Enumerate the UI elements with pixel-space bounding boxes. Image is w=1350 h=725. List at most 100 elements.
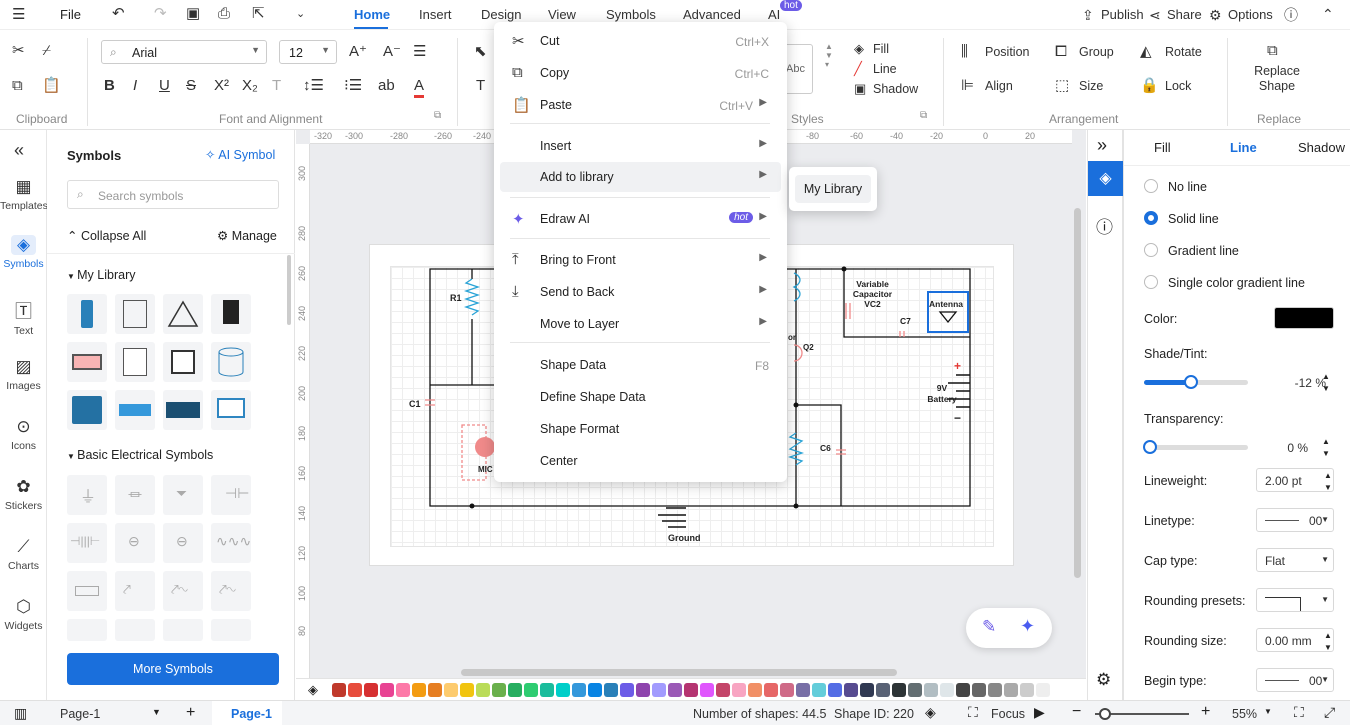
color-swatch-12[interactable] [524, 683, 538, 697]
bold-icon[interactable]: B [104, 77, 115, 95]
font-size-select[interactable]: 12 ▼ [279, 40, 337, 64]
line-button[interactable]: Line [873, 62, 897, 76]
symbol-monitor[interactable] [211, 390, 251, 430]
play-icon[interactable]: ▶ [1034, 704, 1045, 721]
color-swatch-0[interactable] [332, 683, 346, 697]
bullets-icon[interactable]: ⁝☰ [344, 77, 362, 95]
manage-button[interactable]: ⚙ Manage [217, 228, 277, 243]
horizontal-scrollbar[interactable] [461, 669, 897, 676]
color-swatch-41[interactable] [988, 683, 1002, 697]
color-swatch-13[interactable] [540, 683, 554, 697]
page-tab[interactable]: Page-1 [212, 701, 282, 725]
symbol-chip-pink[interactable] [67, 342, 107, 382]
symbol-partial-3[interactable] [163, 619, 203, 641]
stepper-icon[interactable]: ▲ ▼ [1322, 436, 1330, 460]
radio-no-line[interactable] [1144, 179, 1158, 193]
symbol-variable-resistor[interactable] [115, 294, 155, 334]
zoom-slider[interactable] [1095, 708, 1189, 720]
nav-text[interactable]: 🅃 Text [0, 297, 47, 337]
strikethrough-icon[interactable]: S [186, 77, 196, 95]
submenu-item-my-library[interactable]: My Library [795, 175, 871, 203]
menu-item-copy[interactable]: ⧉ Copy Ctrl+C [494, 58, 787, 88]
add-page-icon[interactable]: + [186, 704, 195, 722]
nav-widgets[interactable]: ⬡ Widgets [0, 597, 47, 632]
select-tool-icon[interactable]: ⬉ [474, 43, 487, 61]
menu-item-cut[interactable]: ✂ Cut Ctrl+X [494, 26, 787, 56]
color-swatch[interactable] [1274, 307, 1334, 329]
tab-design[interactable]: Design [481, 7, 521, 22]
color-swatch-2[interactable] [364, 683, 378, 697]
vertical-scrollbar[interactable] [1074, 208, 1081, 578]
symbol-lamp[interactable]: ⊖ [115, 523, 155, 563]
transparency-slider[interactable] [1143, 440, 1248, 454]
color-swatch-32[interactable] [844, 683, 858, 697]
color-swatch-25[interactable] [732, 683, 746, 697]
menu-item-send-to-back[interactable]: ⤓ Send to Back ▶ [494, 277, 787, 307]
collapse-ribbon-icon[interactable]: ⌃ [1322, 5, 1334, 23]
redo-icon[interactable]: ↷ [154, 5, 167, 23]
my-library-header[interactable]: ▼ My Library [67, 268, 135, 282]
color-swatch-29[interactable] [796, 683, 810, 697]
options-button[interactable]: Options [1228, 7, 1273, 22]
format-painter-icon[interactable]: ⌿ [42, 42, 51, 60]
menu-item-add-to-library[interactable]: Add to library ▶ [500, 162, 781, 192]
color-swatch-40[interactable] [972, 683, 986, 697]
menu-item-shape-data[interactable]: Shape Data F8 [494, 350, 787, 380]
symbol-rectangle[interactable] [67, 571, 107, 611]
color-swatch-30[interactable] [812, 683, 826, 697]
shade-slider[interactable] [1144, 375, 1248, 389]
menu-item-move-to-layer[interactable]: Move to Layer ▶ [494, 309, 787, 339]
text-case-icon[interactable]: T [272, 77, 281, 95]
more-symbols-button[interactable]: More Symbols [67, 653, 279, 685]
help-circle-icon[interactable]: ⓘ [1096, 213, 1113, 238]
color-swatch-31[interactable] [828, 683, 842, 697]
linetype-select[interactable]: 00 ▼ [1256, 508, 1334, 532]
symbol-partial-2[interactable] [115, 619, 155, 641]
chevron-down-icon[interactable]: ▼ [152, 707, 161, 717]
nav-templates[interactable]: ▦ Templates [0, 177, 48, 212]
color-swatch-7[interactable] [444, 683, 458, 697]
symbol-circle-minus[interactable]: ⊖ [163, 523, 203, 563]
color-swatch-21[interactable] [668, 683, 682, 697]
stepper-icon[interactable]: ▲ ▼ [1322, 371, 1330, 395]
replace-shape-button[interactable]: Replace Shape [1252, 64, 1302, 94]
symbol-trimmer[interactable]: ⤤∿ [211, 571, 251, 611]
color-swatch-22[interactable] [684, 683, 698, 697]
symbol-ic-chip[interactable] [163, 342, 203, 382]
nav-icons[interactable]: ⊙ Icons [0, 417, 47, 452]
rotate-button[interactable]: Rotate [1165, 45, 1202, 59]
nav-symbols[interactable]: ◈ Symbols [0, 235, 47, 270]
color-swatch-27[interactable] [764, 683, 778, 697]
color-swatch-37[interactable] [924, 683, 938, 697]
slider-knob[interactable] [1183, 375, 1198, 389]
settings-icon[interactable]: ⚙ [1096, 670, 1111, 690]
paste-icon[interactable]: 📋 [42, 77, 61, 95]
symbol-partial-4[interactable] [211, 619, 251, 641]
ai-draw-icon[interactable]: ✎ [982, 617, 996, 637]
menu-item-shape-format[interactable]: Shape Format [494, 414, 787, 444]
align-icon[interactable]: ☰ [413, 43, 426, 61]
color-swatch-18[interactable] [620, 683, 634, 697]
fill-button[interactable]: Fill [873, 42, 889, 56]
save-icon[interactable]: ▣ [186, 5, 200, 23]
dialog-launcher-icon[interactable]: ⧉ [920, 110, 927, 121]
color-swatch-4[interactable] [396, 683, 410, 697]
color-swatch-34[interactable] [876, 683, 890, 697]
search-symbols-input[interactable]: ⌕ Search symbols [67, 180, 279, 209]
color-swatch-38[interactable] [940, 683, 954, 697]
superscript-icon[interactable]: X² [214, 77, 229, 95]
collapse-panel-icon[interactable]: « [14, 140, 24, 161]
color-swatch-44[interactable] [1036, 683, 1050, 697]
rounding-presets-select[interactable]: ▼ [1256, 588, 1334, 612]
decrease-font-icon[interactable]: A⁻ [383, 43, 401, 61]
shadow-button[interactable]: Shadow [873, 82, 918, 96]
increase-font-icon[interactable]: A⁺ [349, 43, 367, 61]
color-swatch-19[interactable] [636, 683, 650, 697]
symbol-variable-resistor-2[interactable]: ⤤ [115, 571, 155, 611]
menu-item-bring-to-front[interactable]: ⤒ Bring to Front ▶ [494, 245, 787, 275]
symbol-sensor-board[interactable] [163, 390, 203, 430]
symbol-partial-1[interactable] [67, 619, 107, 641]
menu-item-define-shape-data[interactable]: Define Shape Data [494, 382, 787, 412]
position-button[interactable]: Position [985, 45, 1029, 59]
color-swatch-39[interactable] [956, 683, 970, 697]
